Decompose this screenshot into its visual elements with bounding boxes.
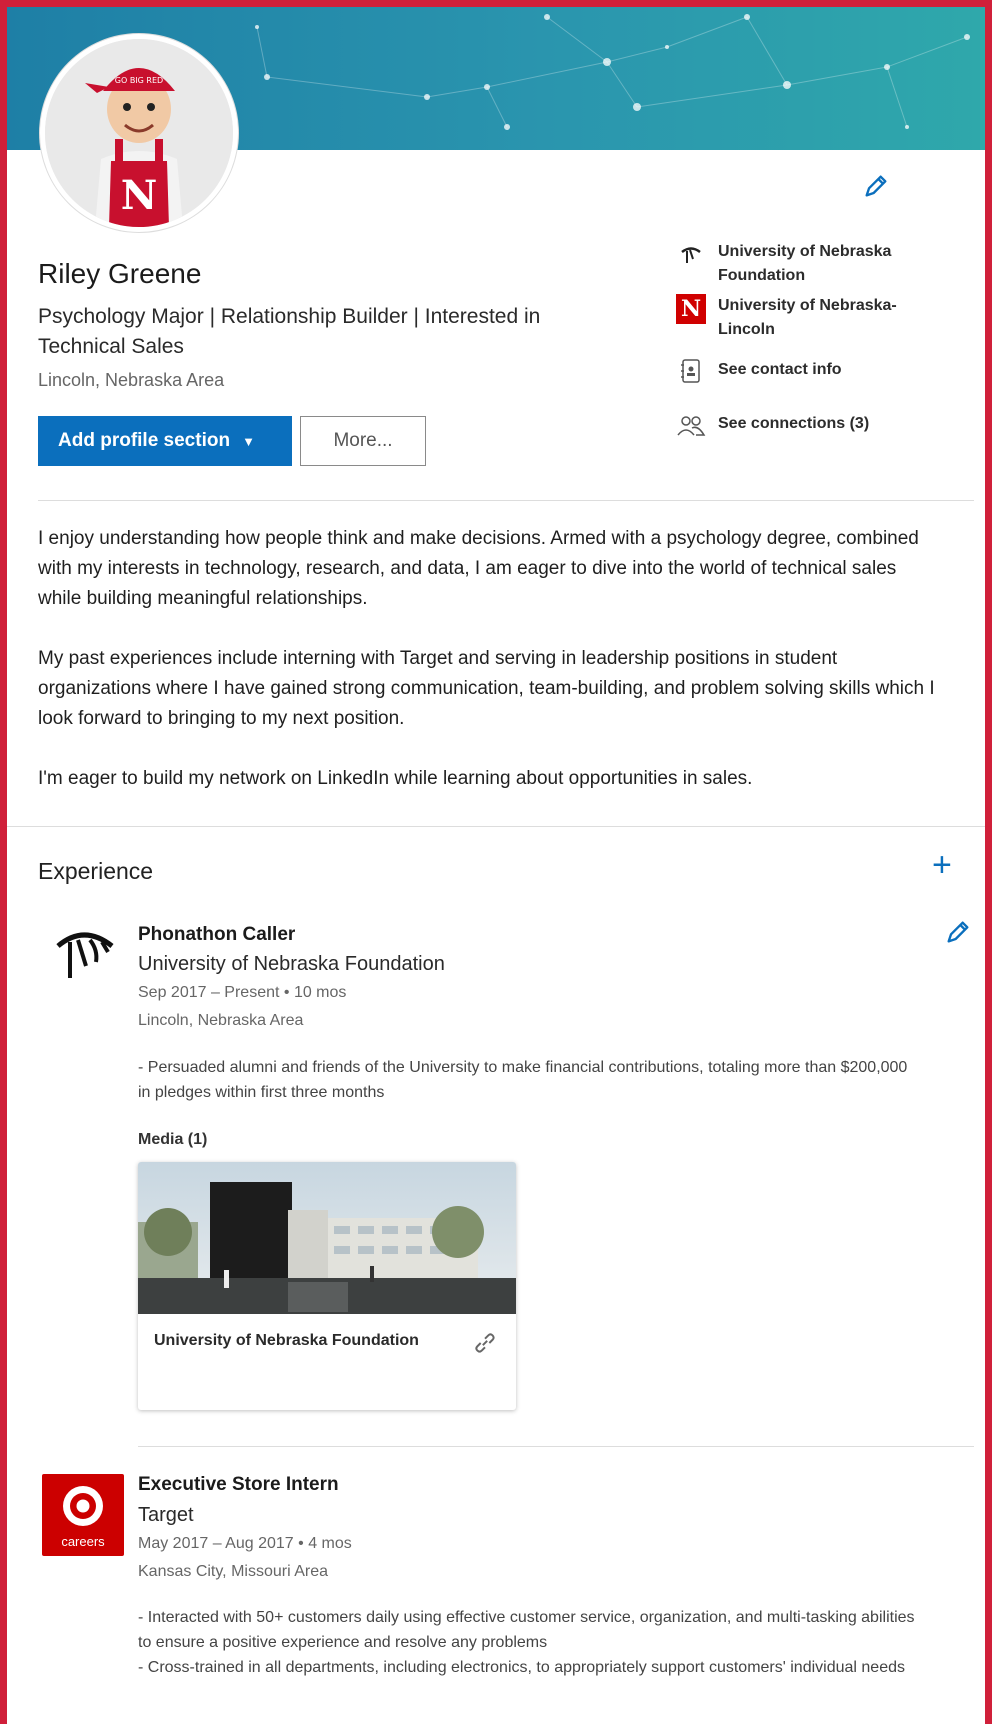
job-description: - Cross-trained in all departments, incl… bbox=[138, 1659, 905, 1676]
summary-paragraph: My past experiences include interning wi… bbox=[38, 648, 935, 729]
media-thumbnail-image bbox=[138, 1162, 516, 1314]
job-location: Kansas City, Missouri Area bbox=[138, 1563, 328, 1580]
job-title[interactable]: Phonathon Caller bbox=[138, 924, 295, 946]
sidebar-item-label: University of Nebraska-Lincoln bbox=[718, 297, 897, 338]
add-profile-section-button[interactable]: Add profile section ▼ bbox=[38, 416, 292, 466]
dot-separator: • bbox=[283, 984, 294, 1001]
divider bbox=[38, 500, 974, 501]
add-experience-plus-icon[interactable]: + bbox=[932, 848, 952, 882]
edit-profile-pencil-icon[interactable] bbox=[862, 172, 890, 200]
foundation-company-logo[interactable] bbox=[50, 920, 134, 1004]
edit-experience-pencil-icon[interactable] bbox=[944, 918, 972, 946]
sidebar-item-label: See contact info bbox=[718, 361, 842, 378]
job-company[interactable]: University of Nebraska Foundation bbox=[138, 953, 445, 976]
job-company[interactable]: Target bbox=[138, 1504, 194, 1527]
job-description: - Interacted with 50+ customers daily us… bbox=[138, 1609, 915, 1651]
target-company-logo[interactable]: careers bbox=[42, 1474, 124, 1556]
job-dates: May 2017 – Aug 2017 • 4 mos bbox=[138, 1535, 352, 1553]
job-date-range: Sep 2017 – Present bbox=[138, 984, 280, 1001]
people-icon bbox=[676, 410, 706, 440]
foundation-logo-icon bbox=[56, 932, 114, 978]
contact-card-icon bbox=[676, 356, 706, 386]
sidebar-item-connections[interactable]: See connections (3) bbox=[676, 410, 948, 440]
media-label: Media (1) bbox=[138, 1131, 208, 1148]
summary-paragraph: I'm eager to build my network on LinkedI… bbox=[38, 768, 753, 789]
media-card[interactable]: University of Nebraska Foundation bbox=[138, 1162, 516, 1410]
sidebar-item-label: See connections (3) bbox=[718, 415, 870, 432]
nebraska-n-icon: N bbox=[676, 294, 706, 324]
profile-name: Riley Greene bbox=[38, 258, 202, 289]
profile-avatar[interactable]: N GO BIG RED bbox=[40, 34, 238, 232]
more-button[interactable]: More... bbox=[300, 416, 426, 466]
add-profile-section-label: Add profile section bbox=[58, 430, 231, 451]
job-duration: 10 mos bbox=[293, 984, 347, 1001]
mascot-avatar-image: N GO BIG RED bbox=[45, 39, 233, 227]
svg-text:GO BIG RED: GO BIG RED bbox=[115, 76, 163, 85]
media-caption: University of Nebraska Foundation bbox=[154, 1332, 419, 1349]
link-icon[interactable] bbox=[472, 1330, 498, 1356]
profile-location: Lincoln, Nebraska Area bbox=[38, 370, 225, 390]
job-location: Lincoln, Nebraska Area bbox=[138, 1012, 304, 1029]
job-duration: 4 mos bbox=[308, 1535, 352, 1552]
job-date-range: May 2017 – Aug 2017 bbox=[138, 1535, 294, 1552]
target-logo-text: careers bbox=[61, 1534, 105, 1549]
section-divider bbox=[7, 826, 985, 827]
sidebar-item-contact-info[interactable]: See contact info bbox=[676, 356, 948, 386]
svg-text:N: N bbox=[121, 172, 158, 219]
sidebar-item-label: University of Nebraska Foundation bbox=[718, 243, 892, 284]
sidebar-item-unl[interactable]: N University of Nebraska-Lincoln bbox=[676, 294, 948, 342]
job-title[interactable]: Executive Store Intern bbox=[138, 1474, 339, 1496]
foundation-logo-icon bbox=[676, 240, 706, 270]
job-dates: Sep 2017 – Present • 10 mos bbox=[138, 984, 346, 1002]
dot-separator: • bbox=[298, 1535, 309, 1552]
sidebar-item-foundation[interactable]: University of Nebraska Foundation bbox=[676, 240, 948, 288]
job-description: - Persuaded alumni and friends of the Un… bbox=[138, 1059, 908, 1101]
summary-paragraph: I enjoy understanding how people think a… bbox=[38, 528, 919, 609]
profile-headline: Psychology Major | Relationship Builder … bbox=[38, 305, 541, 358]
experience-section-title: Experience bbox=[38, 858, 154, 884]
caret-down-icon: ▼ bbox=[242, 433, 255, 449]
divider bbox=[138, 1446, 974, 1447]
